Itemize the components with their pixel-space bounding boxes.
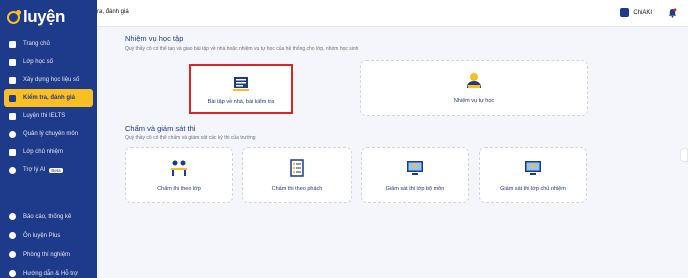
- sidebar-item-label: Hướng dẫn & Hỗ trợ: [23, 270, 78, 277]
- logo-icon: [7, 9, 21, 24]
- tasks-subtitle: Quý thầy cô có thể tạo và giao bài tập v…: [125, 46, 359, 52]
- monitor-subject-class-card[interactable]: Giám sát thi lớp bộ môn: [361, 147, 469, 203]
- help-icon: [9, 270, 16, 277]
- logo-text: luyện: [23, 7, 65, 26]
- sidebar-item-ielts[interactable]: Luyện thi IELTS: [0, 107, 97, 125]
- sidebar-item-homeroom[interactable]: Lớp chủ nhiệm: [0, 143, 97, 161]
- sidebar-item-label: Báo cáo, thống kê: [23, 213, 72, 220]
- test-icon: [9, 94, 16, 102]
- scroll-tab-button[interactable]: [680, 148, 688, 162]
- user-name: ChiAKI: [633, 9, 652, 16]
- classroom-icon: [171, 160, 187, 176]
- bell-icon[interactable]: [668, 8, 677, 18]
- card-label: Chấm thi theo lớp: [157, 186, 201, 192]
- sidebar-item-label: Kiểm tra, đánh giá: [23, 95, 76, 101]
- grading-title: Chấm và giám sát thi: [125, 124, 196, 133]
- class-icon: [9, 58, 16, 66]
- sidebar-item-assessment[interactable]: Kiểm tra, đánh giá: [4, 89, 93, 107]
- monitor-homeroom-class-card[interactable]: Giám sát thi lớp chủ nhiệm: [479, 147, 587, 203]
- ai-icon: [9, 166, 16, 174]
- sidebar-item-ai-assistant[interactable]: Trợ lý AI Beta: [0, 161, 97, 179]
- top-bar: ra, đánh giá ChiAKI: [97, 0, 688, 27]
- sidebar-bottom-nav: Báo cáo, thống kê Ôn luyện Plus Phòng th…: [0, 207, 97, 278]
- card-label: Nhiệm vụ tự học: [453, 98, 495, 104]
- ielts-icon: [9, 112, 16, 120]
- homework-test-card[interactable]: Bài tập về nhà, bài kiểm tra: [189, 64, 293, 114]
- checklist-icon: [290, 159, 304, 177]
- sidebar-item-label: Ôn luyện Plus: [23, 232, 61, 239]
- plus-icon: [9, 232, 16, 239]
- card-label: Bài tập về nhà, bài kiểm tra: [207, 99, 275, 105]
- flask-icon: [9, 251, 16, 258]
- users-icon: [9, 148, 16, 156]
- card-label: Giám sát thi lớp bộ môn: [385, 186, 445, 192]
- sidebar-item-label: Lớp chủ nhiệm: [23, 149, 63, 155]
- sidebar-item-digital-class[interactable]: Lớp học số: [0, 53, 97, 71]
- sidebar-item-plus[interactable]: Ôn luyện Plus: [0, 226, 97, 245]
- sidebar-nav: Trang chủ Lớp học số Xây dựng học liệu s…: [0, 35, 97, 179]
- home-icon: [9, 40, 16, 48]
- sidebar-item-home[interactable]: Trang chủ: [0, 35, 97, 53]
- sidebar-item-label: Luyện thi IELTS: [23, 113, 66, 119]
- sidebar-item-label: Trợ lý AI: [23, 167, 46, 173]
- monitor-icon: [407, 161, 423, 175]
- sidebar: luyện Trang chủ Lớp học số Xây dựng học …: [0, 0, 97, 278]
- user-menu[interactable]: ChiAKI: [620, 8, 652, 17]
- grade-by-class-card[interactable]: Chấm thi theo lớp: [125, 147, 233, 203]
- sidebar-item-label: Xây dựng học liệu số: [23, 77, 80, 83]
- sidebar-item-label: Trang chủ: [23, 41, 50, 47]
- breadcrumb: ra, đánh giá: [97, 9, 129, 15]
- grade-by-code-card[interactable]: Chấm thi theo phách: [242, 147, 352, 203]
- chart-icon: [9, 213, 16, 220]
- book-icon: [9, 76, 16, 84]
- sidebar-item-label: Quản lý chuyên môn: [23, 131, 79, 137]
- sidebar-item-help[interactable]: Hướng dẫn & Hỗ trợ: [0, 264, 97, 278]
- monitor-icon: [525, 161, 541, 175]
- student-icon: [467, 73, 481, 88]
- sidebar-item-reports[interactable]: Báo cáo, thống kê: [0, 207, 97, 226]
- sidebar-item-label: Phòng thí nghiệm: [23, 251, 71, 258]
- tasks-title: Nhiệm vụ học tập: [125, 34, 184, 43]
- book-stack-icon: [233, 77, 249, 91]
- sidebar-item-build-materials[interactable]: Xây dựng học liệu số: [0, 71, 97, 89]
- card-label: Giám sát thi lớp chủ nhiệm: [500, 186, 566, 192]
- gear-icon: [9, 130, 16, 138]
- self-study-card[interactable]: Nhiệm vụ tự học: [360, 60, 588, 116]
- beta-badge: Beta: [49, 167, 63, 173]
- sidebar-item-professional[interactable]: Quản lý chuyên môn: [0, 125, 97, 143]
- grading-subtitle: Quý thầy cô có thể chấm và giám sát các …: [125, 135, 256, 141]
- avatar: [620, 8, 630, 17]
- sidebar-item-lab[interactable]: Phòng thí nghiệm: [0, 245, 97, 264]
- sidebar-item-label: Lớp học số: [23, 59, 53, 65]
- card-label: Chấm thi theo phách: [271, 186, 323, 192]
- app-logo[interactable]: luyện: [7, 7, 65, 27]
